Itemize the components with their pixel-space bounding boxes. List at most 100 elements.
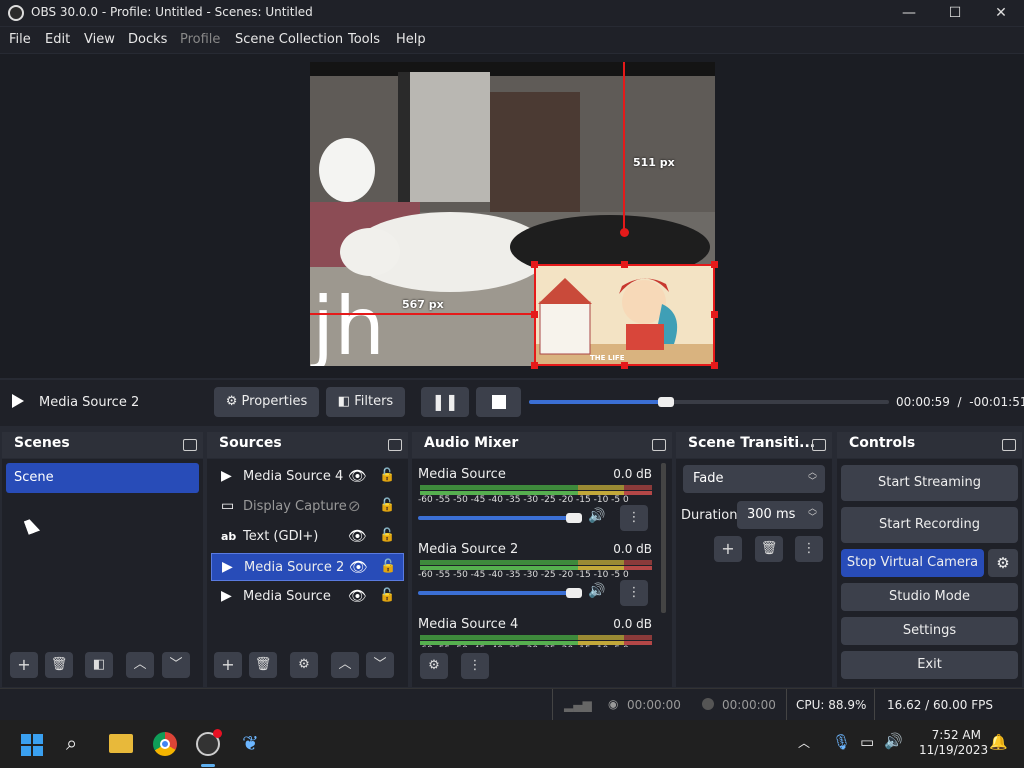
visibility-eye-icon[interactable]: 👁 <box>348 467 367 485</box>
remove-transition-button[interactable]: 🗑 <box>755 536 783 562</box>
media-source-icon: ▶ <box>221 468 232 484</box>
resize-handle-l[interactable] <box>531 311 538 318</box>
file-explorer-icon[interactable] <box>109 734 133 753</box>
pause-button[interactable]: ❚❚ <box>421 387 469 417</box>
network-icon[interactable]: ▭ <box>860 733 874 751</box>
menu-tools[interactable]: Tools <box>348 32 380 47</box>
scene-item[interactable]: Scene <box>6 463 199 493</box>
virtual-camera-settings-button[interactable]: ⚙ <box>988 549 1018 577</box>
stop-button[interactable] <box>476 387 521 417</box>
source-item[interactable]: ab Text (GDI+) 👁 🔓 <box>211 523 404 551</box>
lock-icon[interactable]: 🔓 <box>379 588 395 603</box>
undock-icon[interactable] <box>812 439 826 451</box>
play-icon[interactable] <box>12 394 24 408</box>
move-scene-down-button[interactable]: ﹀ <box>162 652 190 678</box>
channel-menu-button[interactable]: ⋮ <box>620 580 648 606</box>
volume-slider-handle[interactable] <box>566 513 582 523</box>
meter-scale: -60 -55 -50 -45 -40 -35 -30 -25 -20 -15 … <box>418 495 629 505</box>
visibility-eye-icon[interactable]: 👁 <box>349 558 368 576</box>
undock-icon[interactable] <box>652 439 666 451</box>
remove-source-button[interactable]: 🗑 <box>249 652 277 678</box>
menu-help[interactable]: Help <box>396 32 426 47</box>
resize-handle-tr[interactable] <box>711 261 718 268</box>
add-source-button[interactable]: + <box>214 652 242 678</box>
chevron-up-icon[interactable]: ︿ <box>798 734 810 751</box>
move-source-down-button[interactable]: ﹀ <box>366 652 394 678</box>
volume-slider[interactable] <box>418 591 574 595</box>
rotation-handle[interactable] <box>620 228 629 237</box>
properties-button[interactable]: ⚙ Properties <box>214 387 319 417</box>
stream-status-icon: ◉ <box>608 697 619 711</box>
source-item[interactable]: ▶ Media Source 👁 🔓 <box>211 583 404 611</box>
remove-scene-button[interactable]: 🗑 <box>45 652 73 678</box>
mixer-scrollbar[interactable] <box>661 463 666 613</box>
search-icon[interactable]: ⌕ <box>66 731 77 755</box>
resize-handle-tl[interactable] <box>531 261 538 268</box>
svg-text:jh: jh <box>310 280 385 366</box>
filters-button[interactable]: ◧ Filters <box>326 387 405 417</box>
rabbit-app-icon[interactable]: ❦ <box>242 731 259 755</box>
menu-edit[interactable]: Edit <box>45 32 70 47</box>
chrome-icon[interactable] <box>153 732 177 756</box>
add-transition-button[interactable]: + <box>714 536 742 562</box>
speaker-icon[interactable]: 🔊 <box>588 583 605 599</box>
source-item[interactable]: ▭ Display Capture ⊘ 🔓 <box>211 493 404 521</box>
exit-button[interactable]: Exit <box>841 651 1018 679</box>
lock-icon[interactable]: 🔓 <box>379 468 395 483</box>
settings-button[interactable]: Settings <box>841 617 1018 645</box>
undock-icon[interactable] <box>388 439 402 451</box>
start-streaming-button[interactable]: Start Streaming <box>841 465 1018 501</box>
channel-db: 0.0 dB <box>613 467 652 481</box>
transition-menu-button[interactable]: ⋮ <box>795 536 823 562</box>
mixer-title: Audio Mixer <box>424 435 519 451</box>
hidden-eye-icon[interactable]: ⊘ <box>348 497 361 515</box>
source-properties-button[interactable]: ⚙ <box>290 652 318 678</box>
channel-menu-button[interactable]: ⋮ <box>620 505 648 531</box>
resize-handle-r[interactable] <box>711 311 718 318</box>
resize-handle-b[interactable] <box>621 362 628 369</box>
volume-icon[interactable]: 🔊 <box>884 732 903 750</box>
resize-handle-t[interactable] <box>621 261 628 268</box>
undock-icon[interactable] <box>183 439 197 451</box>
speaker-icon[interactable]: 🔊 <box>588 508 605 524</box>
move-scene-up-button[interactable]: ︿ <box>126 652 154 678</box>
move-source-up-button[interactable]: ︿ <box>331 652 359 678</box>
volume-slider[interactable] <box>418 516 574 520</box>
seek-bar[interactable] <box>529 397 889 407</box>
menu-scene-collection[interactable]: Scene Collection <box>235 32 343 47</box>
notification-bell-icon[interactable]: 🔔 <box>989 733 1008 751</box>
transition-select[interactable]: Fade ︿ ﹀ <box>683 465 825 493</box>
mixer-menu-button[interactable]: ⋮ <box>461 653 489 679</box>
system-clock[interactable]: 7:52 AM 11/19/2023 <box>919 728 988 758</box>
visibility-eye-icon[interactable]: 👁 <box>348 587 367 605</box>
lock-icon[interactable]: 🔓 <box>379 498 395 513</box>
undock-icon[interactable] <box>1002 439 1016 451</box>
microphone-icon[interactable]: 🎙 <box>832 733 851 751</box>
maximize-button[interactable]: ☐ <box>932 0 978 26</box>
volume-slider-handle[interactable] <box>566 588 582 598</box>
menu-docks[interactable]: Docks <box>128 32 167 47</box>
menu-file[interactable]: File <box>9 32 31 47</box>
close-button[interactable]: ✕ <box>978 0 1024 26</box>
start-recording-button[interactable]: Start Recording <box>841 507 1018 543</box>
lock-icon[interactable]: 🔓 <box>380 559 396 574</box>
source-item[interactable]: ▶ Media Source 4 👁 🔓 <box>211 463 404 491</box>
visibility-eye-icon[interactable]: 👁 <box>348 527 367 545</box>
source-item[interactable]: ▶ Media Source 2 👁 🔓 <box>211 553 404 581</box>
resize-handle-br[interactable] <box>711 362 718 369</box>
seek-bar-handle[interactable] <box>657 397 674 407</box>
menu-view[interactable]: View <box>84 32 115 47</box>
studio-mode-button[interactable]: Studio Mode <box>841 583 1018 611</box>
channel-name: Media Source 2 <box>418 542 519 557</box>
resize-handle-bl[interactable] <box>531 362 538 369</box>
windows-start-icon[interactable] <box>21 734 43 756</box>
scene-filters-button[interactable]: ◧ <box>85 652 113 678</box>
selection-box[interactable] <box>534 264 715 366</box>
mixer-settings-button[interactable]: ⚙ <box>420 653 448 679</box>
minimize-button[interactable]: — <box>886 0 932 26</box>
lock-icon[interactable]: 🔓 <box>379 528 395 543</box>
duration-input[interactable]: 300 ms ︿ ﹀ <box>737 501 823 529</box>
menu-profile[interactable]: Profile <box>180 32 220 47</box>
stop-virtual-camera-button[interactable]: Stop Virtual Camera <box>841 549 984 577</box>
add-scene-button[interactable]: + <box>10 652 38 678</box>
